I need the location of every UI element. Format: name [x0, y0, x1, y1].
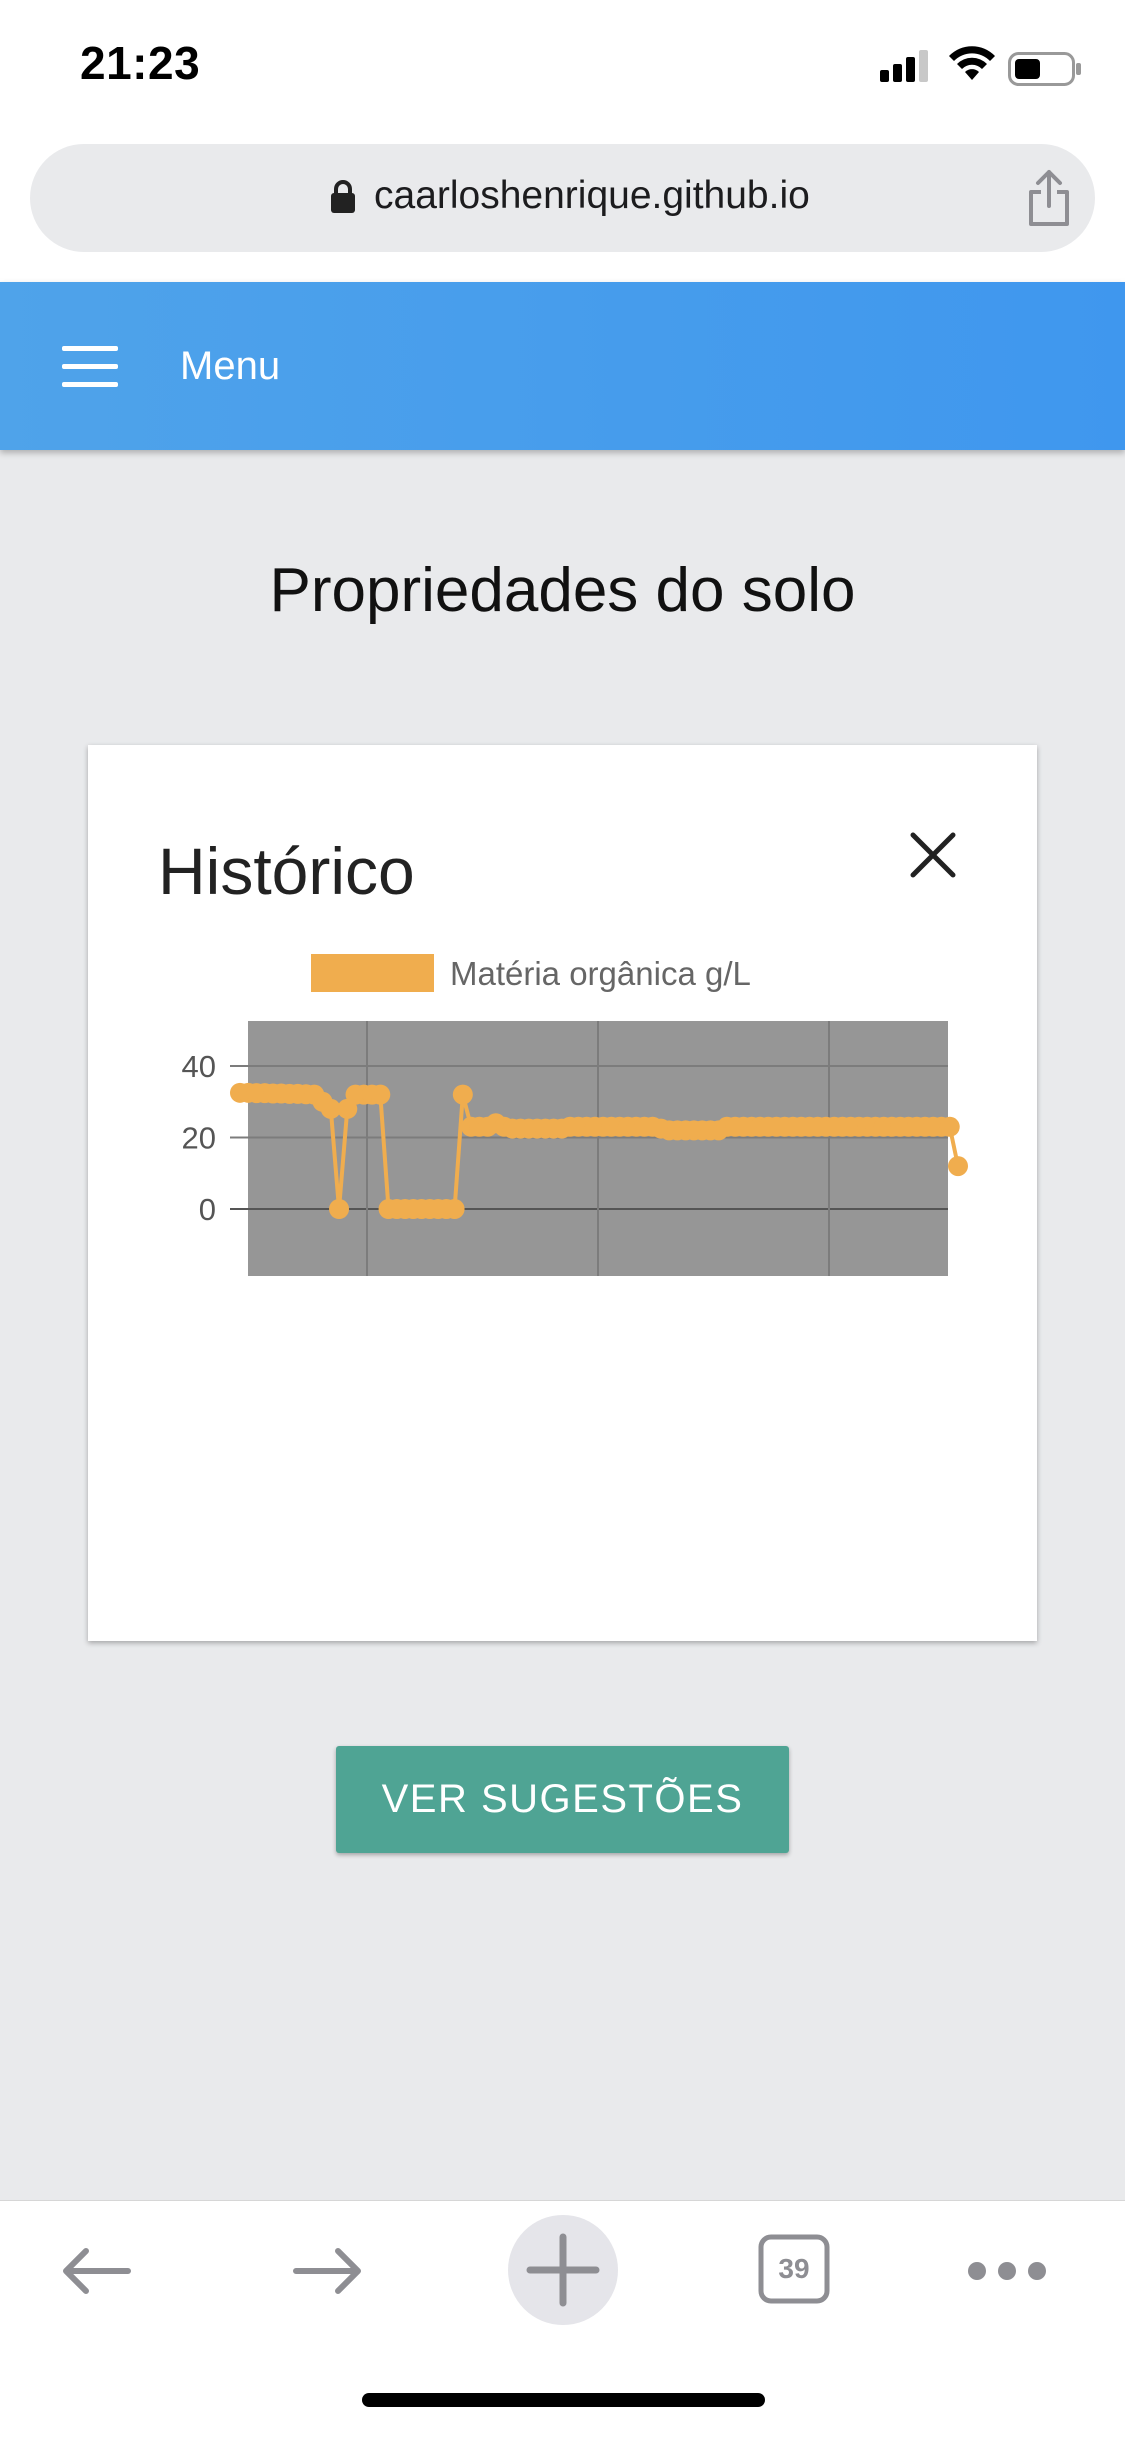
new-tab-button[interactable]	[508, 2215, 618, 2325]
y-tick-label: 40	[182, 1049, 216, 1084]
y-tick-label: 20	[182, 1121, 216, 1156]
more-icon[interactable]	[962, 2241, 1052, 2301]
app-header: Menu	[0, 282, 1125, 450]
menu-label[interactable]: Menu	[180, 344, 280, 389]
address-bar[interactable]: caarloshenrique.github.io	[30, 144, 1095, 252]
history-chart: Matéria orgânica g/L 40 20 0	[182, 954, 968, 1276]
legend-label: Matéria orgânica g/L	[450, 955, 751, 992]
back-arrow-icon[interactable]	[56, 2231, 136, 2311]
legend-swatch	[311, 954, 434, 992]
history-card: Histórico Matéria orgânica g/L 40 20 0	[88, 745, 1037, 1641]
status-bar: 21:23	[0, 0, 1125, 140]
data-point	[370, 1084, 391, 1105]
chart-legend: Matéria orgânica g/L	[311, 954, 751, 992]
see-suggestions-button[interactable]: VER SUGESTÕES	[336, 1746, 789, 1853]
forward-arrow-icon[interactable]	[288, 2231, 368, 2311]
wifi-icon	[949, 46, 995, 80]
y-tick-label: 0	[199, 1192, 216, 1227]
data-point	[329, 1199, 350, 1219]
url-text: caarloshenrique.github.io	[374, 174, 810, 217]
plus-icon	[526, 2233, 600, 2307]
browser-address-area: caarloshenrique.github.io	[0, 140, 1125, 282]
status-time: 21:23	[80, 37, 201, 89]
cellular-signal-icon	[880, 50, 928, 82]
data-point	[452, 1084, 473, 1105]
tabs-count: 39	[778, 2253, 810, 2284]
data-point	[939, 1116, 960, 1137]
lock-icon	[331, 180, 355, 213]
tabs-button[interactable]: 39	[758, 2234, 830, 2304]
data-point	[948, 1156, 968, 1177]
y-axis-ticks: 40 20 0	[182, 1049, 216, 1227]
data-point	[444, 1199, 465, 1219]
battery-icon	[1008, 52, 1081, 86]
share-icon[interactable]	[1026, 168, 1072, 228]
home-indicator	[362, 2393, 765, 2407]
page-title: Propriedades do solo	[269, 556, 856, 625]
hamburger-menu-icon[interactable]	[62, 346, 118, 388]
